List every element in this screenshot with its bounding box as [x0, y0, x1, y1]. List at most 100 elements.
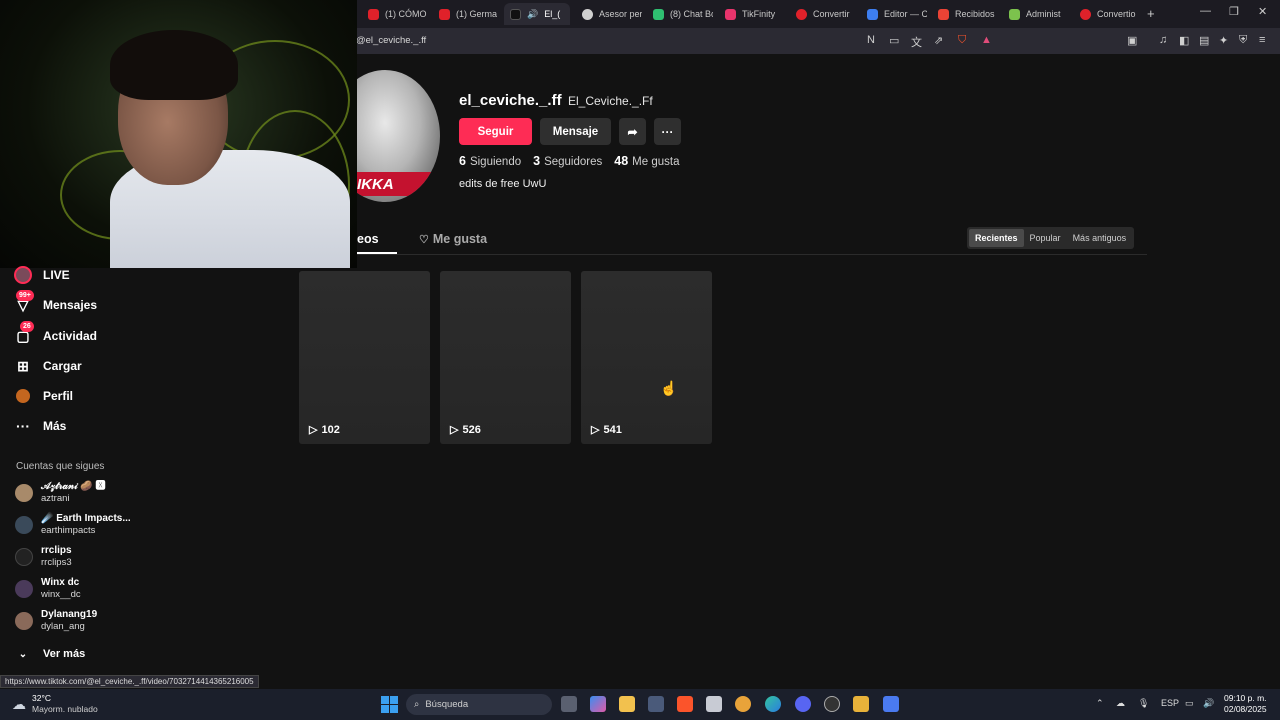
menu-icon[interactable]: ≡ — [1259, 34, 1265, 46]
browser-tab-active[interactable]: 🔊El_(✕ — [504, 3, 570, 25]
message-button[interactable]: Mensaje — [540, 118, 611, 145]
following-section-title: Cuentas que sigues — [16, 461, 105, 472]
restore-icon[interactable]: ❐ — [1229, 5, 1239, 18]
browser-tab[interactable]: Administ — [1003, 3, 1069, 25]
sidebar-item-more[interactable]: ··· Más — [14, 417, 66, 435]
volume-icon[interactable]: 🔊 — [1203, 698, 1214, 709]
sidebar-item-upload[interactable]: ⊞ Cargar — [14, 357, 82, 375]
tiktok-icon — [510, 8, 521, 20]
following-account[interactable]: Dylanang19 dylan_ang — [15, 609, 97, 633]
reader-mode-icon[interactable]: Ν — [867, 34, 875, 46]
profile-nickname: El_Ceviche._.Ff — [568, 94, 653, 108]
sort-oldest[interactable]: Más antiguos — [1067, 229, 1133, 247]
new-tab-button[interactable]: + — [1147, 6, 1155, 21]
sidebar-item-activity[interactable]: ▢ 26 Actividad — [14, 321, 97, 345]
translate-icon[interactable]: 文 — [911, 34, 922, 50]
stat-followers[interactable]: 3 Seguidores — [533, 154, 602, 168]
youtube-icon — [368, 8, 379, 20]
obs-icon[interactable] — [824, 696, 840, 712]
copilot-icon[interactable] — [590, 696, 606, 712]
sidebar-item-messages[interactable]: ▽ 99+ Mensajes — [14, 290, 97, 314]
close-window-icon[interactable]: ✕ — [1258, 5, 1267, 18]
network-icon[interactable]: ▭ — [1185, 698, 1194, 709]
browser-tab[interactable]: (8) Chat Bo — [647, 3, 713, 25]
sort-switch: Recientes Popular Más antiguos — [967, 227, 1135, 249]
following-account[interactable]: rrclips rrclips3 — [15, 545, 72, 569]
editor-icon — [867, 8, 878, 20]
activity-icon: ▢ 26 — [14, 321, 34, 345]
webcam-person-hair — [110, 30, 238, 100]
app-icon[interactable] — [706, 696, 722, 712]
task-view-icon[interactable] — [561, 696, 577, 712]
file-explorer-icon[interactable] — [619, 696, 635, 712]
more-icon: ··· — [16, 418, 30, 434]
store-icon[interactable] — [648, 696, 664, 712]
sidebar-toggle-icon[interactable]: ◧ — [1179, 34, 1189, 47]
messages-icon: ▽ 99+ — [14, 290, 34, 314]
gmail-icon — [938, 8, 949, 20]
url-input[interactable]: @el_ceviche._.ff — [356, 35, 426, 46]
minimize-icon[interactable]: — — [1200, 5, 1211, 17]
discord-icon[interactable] — [795, 696, 811, 712]
share-page-icon[interactable]: ⇗ — [934, 34, 943, 47]
tab-liked[interactable]: ♡ Me gusta — [419, 232, 487, 246]
browser-tab[interactable]: Editor — C — [861, 3, 927, 25]
convert-icon — [1080, 8, 1091, 20]
avatar-text: IKKA — [357, 176, 394, 193]
windows-start-icon[interactable] — [381, 696, 398, 713]
follow-button[interactable]: Seguir — [459, 118, 532, 145]
browser-tab[interactable]: Asesor per — [576, 3, 642, 25]
video-card[interactable]: ▷ 526 — [440, 271, 571, 444]
sort-recent[interactable]: Recientes — [969, 229, 1024, 247]
sidebar-item-profile[interactable]: Perfil — [14, 387, 73, 405]
weather-widget[interactable]: ☁ 32°C Mayorm. nublado — [12, 693, 98, 715]
tab-videos[interactable]: eos — [357, 232, 379, 246]
browser-tab[interactable]: Convertio — [1074, 3, 1140, 25]
leo-ai-icon[interactable]: ✦ — [1219, 34, 1228, 47]
chevron-down-icon: ⌄ — [18, 648, 28, 660]
chevron-up-icon[interactable]: ⌃ — [1096, 698, 1104, 709]
browser-tab[interactable]: (1) Germa — [433, 3, 499, 25]
following-account[interactable]: 𝒜𝓏𝓉𝓇𝒶𝓃𝒾 🥔 🆇aztrani — [15, 481, 106, 505]
following-account[interactable]: ☄️ Earth Impacts... earthimpacts — [15, 513, 131, 537]
browser-tab[interactable]: TikFinity — [719, 3, 785, 25]
browser-tab[interactable]: (1) CÓMO — [362, 3, 428, 25]
language-indicator[interactable]: ESP — [1161, 698, 1179, 708]
play-icon: ▷ — [309, 424, 318, 436]
tab-view-icon[interactable]: ▣ — [1127, 34, 1137, 47]
music-icon[interactable]: ♫ — [1159, 34, 1167, 46]
live-icon — [14, 266, 32, 284]
wallet-icon[interactable]: ▤ — [1199, 34, 1209, 47]
clock[interactable]: 09:10 p. m. 02/08/2025 — [1224, 693, 1267, 715]
stat-following[interactable]: 6 Siguiendo — [459, 154, 521, 168]
video-card[interactable]: ▷ 102 — [299, 271, 430, 444]
rewards-icon[interactable]: ▲ — [981, 34, 992, 46]
view-count: ▷ 526 — [450, 423, 481, 437]
app-icon[interactable] — [735, 696, 751, 712]
onedrive-icon[interactable]: ☁ — [1116, 698, 1125, 709]
more-options-icon[interactable]: ··· — [654, 118, 681, 145]
youtube-icon — [439, 8, 450, 20]
browser-tab[interactable]: Convertir — [790, 3, 856, 25]
vpn-icon[interactable]: ⛨ — [1239, 34, 1247, 47]
avatar — [15, 516, 33, 534]
brave-shield-icon[interactable]: ⛉ — [958, 34, 966, 47]
see-more-button[interactable]: ⌄ Ver más — [14, 645, 85, 663]
avatar — [15, 548, 33, 566]
view-count: ▷ 541 — [591, 423, 622, 437]
video-card[interactable]: ▷ 541 — [581, 271, 712, 444]
sort-popular[interactable]: Popular — [1024, 229, 1067, 247]
browser-tab[interactable]: Recibidos — [932, 3, 998, 25]
sidebar-item-live[interactable]: LIVE — [14, 266, 70, 284]
taskbar-search[interactable]: ⌕ Búsqueda — [406, 694, 552, 715]
brave-icon[interactable] — [677, 696, 693, 712]
following-account[interactable]: Winx dc winx__dc — [15, 577, 81, 601]
edge-icon[interactable] — [765, 696, 781, 712]
app-icon[interactable] — [883, 696, 899, 712]
profile-stats: 6 Siguiendo 3 Seguidores 48 Me gusta — [459, 154, 679, 168]
screen-icon[interactable]: ▭ — [889, 34, 899, 47]
app-icon[interactable] — [853, 696, 869, 712]
profile-bio: edits de free UwU — [459, 178, 547, 190]
microphone-icon[interactable]: 🎙 — [1138, 698, 1149, 709]
share-icon[interactable]: ➦ — [619, 118, 646, 145]
